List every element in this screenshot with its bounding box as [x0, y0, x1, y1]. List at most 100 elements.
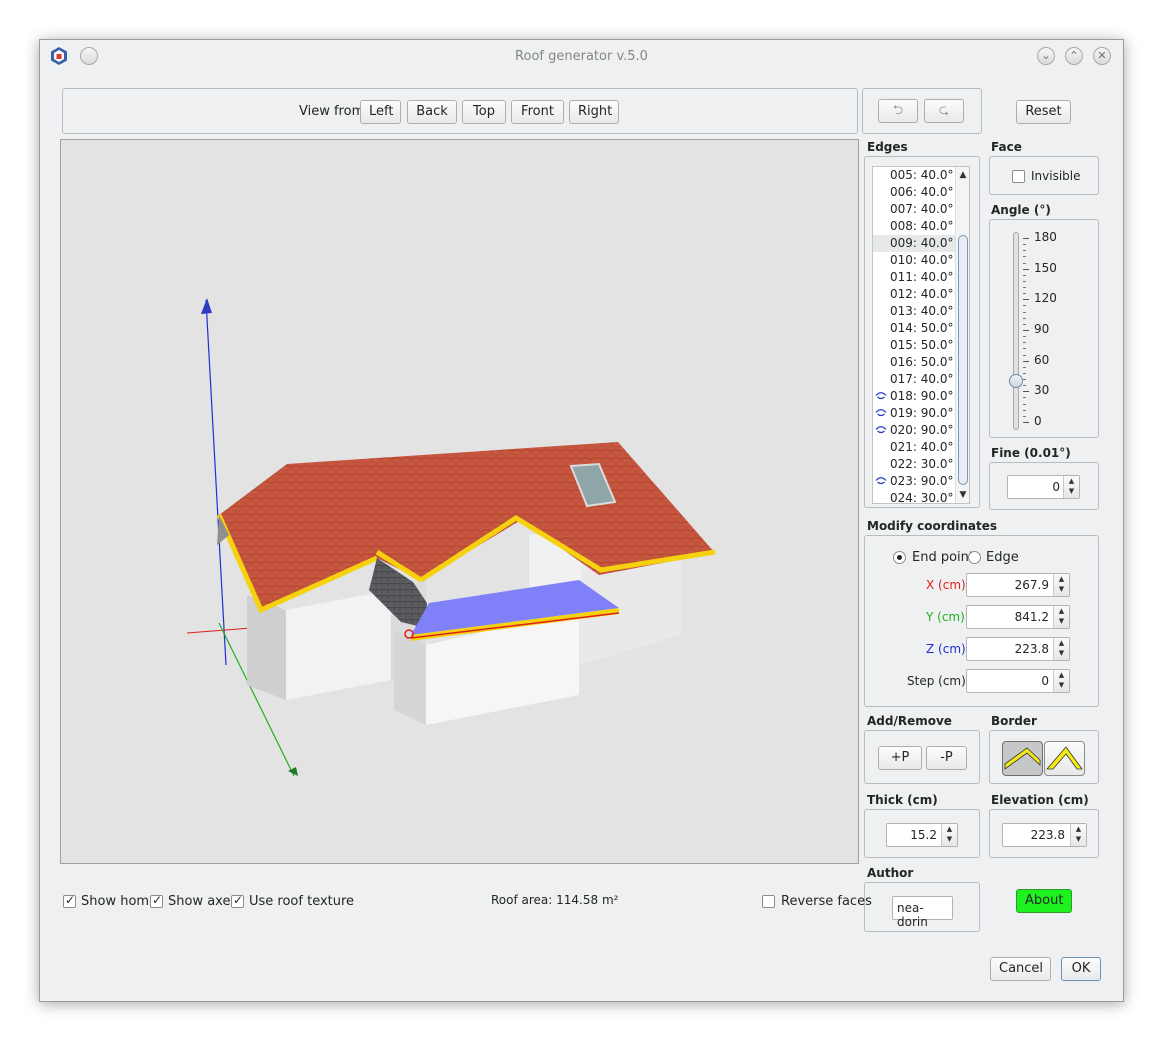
- y-spinner[interactable]: ▲▼: [966, 605, 1070, 629]
- edge-list-item-label: 016: 50.0°: [890, 355, 954, 369]
- show-axes-checkbox[interactable]: [150, 893, 163, 908]
- undo-button[interactable]: ⮌: [878, 99, 918, 123]
- angle-tick-label: 90: [1034, 322, 1050, 336]
- minimize-button[interactable]: ⌄: [1037, 47, 1055, 65]
- coords-title: Modify coordinates: [867, 519, 997, 533]
- angle-panel: 180 150 120 90 60 30 0: [989, 219, 1099, 438]
- edge-list-item-label: 019: 90.0°: [890, 406, 954, 420]
- add-remove-panel: +P -P: [864, 730, 980, 784]
- edge-list-item-label: 010: 40.0°: [890, 253, 954, 267]
- edges-list[interactable]: 005: 40.0° 006: 40.0° 007: 40.0° 008: 40.0°…: [872, 166, 970, 504]
- end-point-radio[interactable]: [893, 551, 906, 564]
- step-spinner-buttons[interactable]: ▲ ▼: [1053, 670, 1069, 692]
- thick-input[interactable]: [889, 825, 941, 845]
- elevation-spinner-buttons[interactable]: ▲ ▼: [1070, 824, 1086, 846]
- z-spinner[interactable]: ▲▼: [966, 637, 1070, 661]
- edge-list-item-label: 007: 40.0°: [890, 202, 954, 216]
- fine-input[interactable]: [1010, 477, 1064, 497]
- view-right-button[interactable]: Right: [569, 100, 619, 124]
- roof-area-label: Roof area: 114.58 m²: [491, 893, 619, 907]
- view-front-button[interactable]: Front: [511, 100, 564, 124]
- reverse-faces-label: Reverse faces: [781, 894, 872, 909]
- elevation-panel: ▲▼: [989, 809, 1099, 858]
- angle-minor-tick: [1023, 348, 1026, 350]
- fine-panel: ▲▼: [989, 462, 1099, 510]
- cancel-button[interactable]: Cancel: [990, 957, 1051, 981]
- edge-list-item-label: 008: 40.0°: [890, 219, 954, 233]
- maximize-button[interactable]: ⌃: [1065, 47, 1083, 65]
- z-spinner-buttons[interactable]: ▲ ▼: [1053, 638, 1069, 660]
- angle-title: Angle (°): [991, 203, 1051, 217]
- scroll-down-icon[interactable]: ▼: [956, 488, 969, 502]
- end-point-label: End point: [912, 550, 974, 565]
- view-top-button[interactable]: Top: [462, 100, 506, 124]
- step-label: Step (cm):: [907, 674, 970, 688]
- angle-tick-label: 150: [1034, 260, 1057, 275]
- angle-minor-tick: [1023, 415, 1026, 417]
- angle-tick: [1023, 268, 1029, 270]
- z-input[interactable]: [969, 639, 1053, 659]
- fine-spinner[interactable]: ▲▼: [1007, 475, 1080, 499]
- about-button[interactable]: About: [1016, 889, 1072, 913]
- remove-point-button[interactable]: -P: [926, 746, 967, 770]
- step-input[interactable]: [969, 671, 1053, 691]
- edge-list-item-label: 013: 40.0°: [890, 304, 954, 318]
- add-point-button[interactable]: +P: [878, 746, 922, 770]
- roof-3d-scene: [186, 298, 716, 777]
- invisible-checkbox[interactable]: [1012, 170, 1025, 183]
- thick-spinner[interactable]: ▲▼: [886, 823, 958, 847]
- edge-radio[interactable]: [968, 551, 981, 564]
- x-axis: [186, 627, 252, 634]
- edge-list-item-label: 021: 40.0°: [890, 440, 954, 454]
- border-panel: [989, 730, 1099, 784]
- y-spinner-buttons[interactable]: ▲ ▼: [1053, 606, 1069, 628]
- y-input[interactable]: [969, 607, 1053, 627]
- edge-list-item-label: 014: 50.0°: [890, 321, 954, 335]
- angle-slider-thumb[interactable]: [1009, 374, 1023, 389]
- ok-button[interactable]: OK: [1061, 957, 1101, 981]
- angle-slider-track[interactable]: [1013, 232, 1019, 430]
- border-style-outer-button[interactable]: [1044, 741, 1085, 776]
- elevation-spinner[interactable]: ▲▼: [1002, 823, 1087, 847]
- edges-scrollbar[interactable]: ▲ ▼: [955, 167, 969, 503]
- angle-minor-tick: [1023, 256, 1026, 258]
- reset-button[interactable]: Reset: [1016, 100, 1071, 124]
- title-bar: Roof generator v.5.0 ⌄ ⌃ ✕: [40, 40, 1123, 73]
- window-title: Roof generator v.5.0: [515, 49, 648, 64]
- view-from-label: View from: [299, 104, 365, 119]
- show-home-checkbox[interactable]: [63, 893, 76, 908]
- thick-title: Thick (cm): [867, 793, 938, 807]
- border-style-inner-button[interactable]: [1002, 741, 1043, 776]
- fine-spinner-buttons[interactable]: ▲ ▼: [1063, 476, 1079, 498]
- close-button[interactable]: ✕: [1093, 47, 1111, 65]
- x-spinner-buttons[interactable]: ▲ ▼: [1053, 574, 1069, 596]
- scroll-up-icon[interactable]: ▲: [956, 168, 969, 182]
- edge-list-item-label: 015: 50.0°: [890, 338, 954, 352]
- angle-tick: [1023, 330, 1029, 331]
- thick-spinner-buttons[interactable]: ▲ ▼: [941, 824, 957, 846]
- angle-tick: [1023, 391, 1029, 393]
- edges-title: Edges: [867, 140, 908, 154]
- reverse-faces-checkbox[interactable]: [762, 895, 775, 908]
- author-field[interactable]: nea-dorin: [892, 896, 953, 929]
- z-axis-arrow: [201, 298, 212, 314]
- redo-button[interactable]: ⮎: [924, 99, 964, 123]
- scroll-thumb[interactable]: [958, 235, 968, 485]
- step-spinner[interactable]: ▲▼: [966, 669, 1070, 693]
- use-roof-texture-checkbox[interactable]: [231, 893, 244, 908]
- angle-minor-tick: [1023, 244, 1026, 246]
- x-input[interactable]: [969, 575, 1053, 595]
- edge-list-item-label: 023: 90.0°: [890, 474, 954, 488]
- edge-list-item-label: 009: 40.0°: [890, 236, 954, 250]
- view-back-button[interactable]: Back: [407, 100, 457, 124]
- x-spinner[interactable]: ▲▼: [966, 573, 1070, 597]
- angle-minor-tick: [1023, 409, 1026, 411]
- 3d-viewport[interactable]: [60, 139, 859, 864]
- view-left-button[interactable]: Left: [360, 100, 401, 124]
- elevation-input[interactable]: [1005, 825, 1069, 845]
- angle-tick: [1023, 360, 1029, 362]
- angle-minor-tick: [1023, 379, 1026, 381]
- hidden-eye-icon: [875, 392, 887, 400]
- border-inner-icon: [1004, 747, 1041, 770]
- angle-tick: [1023, 299, 1029, 301]
